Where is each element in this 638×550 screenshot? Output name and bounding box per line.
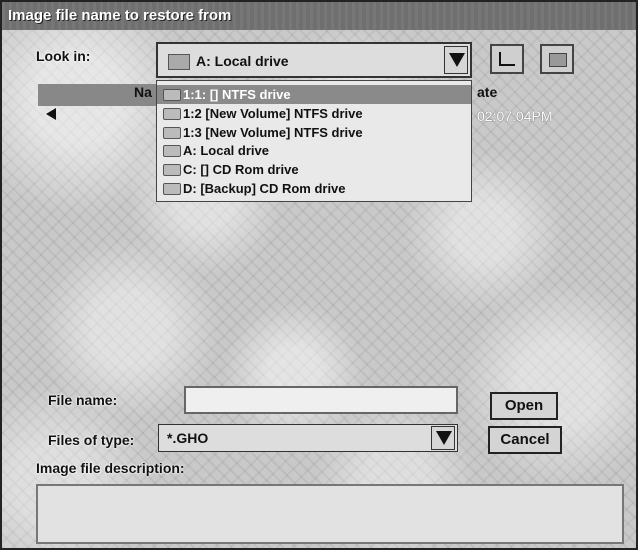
window-title: Image file name to restore from bbox=[8, 7, 232, 24]
files-of-type-label: Files of type: bbox=[48, 432, 135, 448]
drive-icon bbox=[163, 89, 181, 101]
dropdown-arrow-icon bbox=[449, 53, 465, 67]
drive-icon bbox=[163, 145, 181, 157]
dropdown-item[interactable]: 1:2 [New Volume] NTFS drive bbox=[157, 104, 471, 123]
look-in-value: A: Local drive bbox=[196, 53, 289, 69]
look-in-dropdown-button[interactable] bbox=[444, 46, 468, 74]
files-of-type-combobox[interactable]: *.GHO bbox=[158, 424, 458, 452]
column-header-date[interactable]: ate bbox=[477, 84, 497, 100]
restore-dialog: Image file name to restore from Look in:… bbox=[0, 0, 638, 550]
dropdown-item[interactable]: 1:3 [New Volume] NTFS drive bbox=[157, 123, 471, 142]
dropdown-item[interactable]: D: [Backup] CD Rom drive bbox=[157, 179, 471, 198]
file-name-label: File name: bbox=[48, 392, 118, 408]
image-file-description-field[interactable] bbox=[36, 484, 624, 544]
dropdown-item[interactable]: 1:1: [] NTFS drive bbox=[157, 85, 471, 104]
cd-drive-icon bbox=[163, 164, 181, 176]
look-in-label: Look in: bbox=[36, 48, 91, 64]
new-folder-button[interactable] bbox=[540, 44, 574, 74]
file-date-value: 02:07:04PM bbox=[477, 108, 553, 124]
drive-icon bbox=[168, 54, 190, 70]
cd-drive-icon bbox=[163, 183, 181, 195]
files-of-type-dropdown-button[interactable] bbox=[431, 426, 455, 450]
up-folder-icon bbox=[499, 52, 515, 66]
dropdown-item[interactable]: A: Local drive bbox=[157, 141, 471, 160]
drive-icon bbox=[163, 127, 181, 139]
dropdown-arrow-icon bbox=[436, 431, 452, 445]
new-folder-icon bbox=[549, 53, 567, 67]
up-folder-button[interactable] bbox=[490, 44, 524, 74]
file-name-field[interactable] bbox=[184, 386, 458, 414]
dropdown-item[interactable]: C: [] CD Rom drive bbox=[157, 160, 471, 179]
file-name-input[interactable] bbox=[186, 388, 456, 412]
look-in-dropdown-list: 1:1: [] NTFS drive 1:2 [New Volume] NTFS… bbox=[156, 80, 472, 202]
scroll-left-icon[interactable] bbox=[46, 108, 56, 120]
title-bar[interactable]: Image file name to restore from bbox=[2, 2, 636, 30]
drive-icon bbox=[163, 108, 181, 120]
column-header-name[interactable]: Na bbox=[134, 84, 152, 100]
look-in-combobox[interactable]: A: Local drive bbox=[156, 42, 472, 78]
open-button[interactable]: Open bbox=[490, 392, 558, 420]
image-file-description-label: Image file description: bbox=[36, 460, 185, 476]
files-of-type-value: *.GHO bbox=[167, 430, 209, 446]
cancel-button[interactable]: Cancel bbox=[488, 426, 562, 454]
